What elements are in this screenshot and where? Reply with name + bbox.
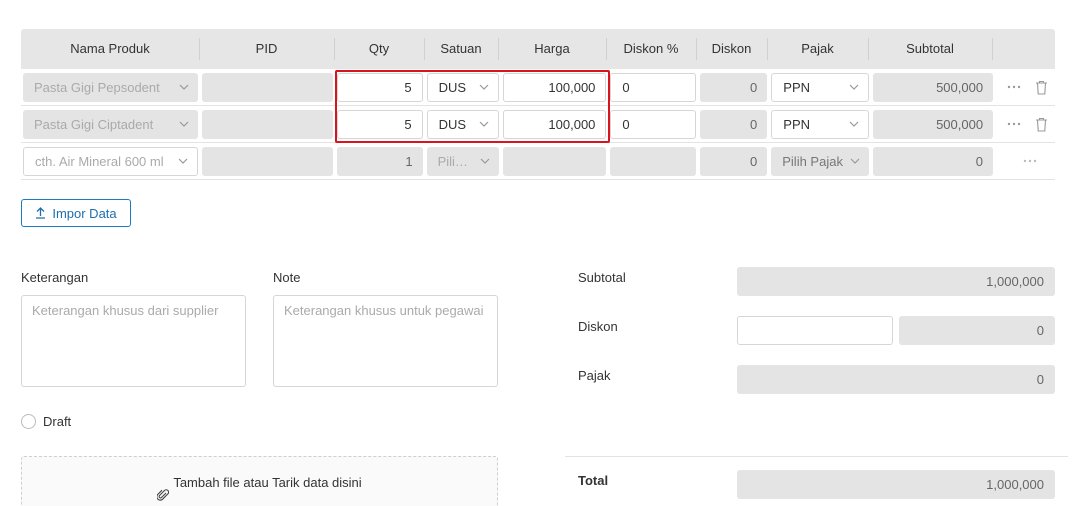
unit-select[interactable]: DUS [426,72,499,102]
subtotal-field: 500,000 [873,72,994,102]
summary-diskon-input[interactable] [737,316,893,345]
product-select[interactable]: Pasta Gigi Pepsodent [23,72,198,102]
header-pid: PID [199,29,334,69]
draft-checkbox[interactable] [21,414,36,429]
header-pajak: Pajak [767,29,868,69]
summary-total-label: Total [578,473,609,488]
pid-field [201,72,333,102]
qty-input[interactable]: 5 [336,72,423,102]
tax-select[interactable]: PPN [771,109,870,139]
product-select[interactable]: cth. Air Mineral 600 ml [23,146,198,176]
price-input[interactable]: 100,000 [502,72,607,102]
chevron-down-icon [178,118,190,130]
product-table: Nama Produk PID Qty Satuan Harga Diskon … [21,29,1055,180]
subtotal-field: 500,000 [873,109,994,139]
keterangan-label: Keterangan [21,270,89,285]
table-row: Pasta Gigi Ciptadent 5 DUS 100,000 0 0 P… [21,106,1055,143]
header-diskon: Diskon [696,29,767,69]
file-dropzone[interactable]: Tambah file atau Tarik data disini [21,456,498,506]
discount-pct-input [610,146,697,176]
upload-icon [35,207,46,219]
more-icon[interactable] [1023,159,1037,163]
trash-icon[interactable] [1035,80,1048,95]
table-row-new: cth. Air Mineral 600 ml 1 Pili… 0 Pilih … [21,143,1055,180]
draft-label: Draft [43,414,72,429]
qty-input: 1 [336,146,423,176]
note-label: Note [273,270,301,285]
header-qty: Qty [334,29,424,69]
table-row: Pasta Gigi Pepsodent 5 DUS 100,000 0 0 P… [21,69,1055,106]
keterangan-textarea[interactable]: Keterangan khusus dari supplier [21,295,246,387]
chevron-down-icon [478,118,490,130]
chevron-down-icon [848,118,860,130]
note-textarea[interactable]: Keterangan khusus untuk pegawai [273,295,498,387]
summary-subtotal-value: 1,000,000 [737,267,1055,296]
table-header: Nama Produk PID Qty Satuan Harga Diskon … [21,29,1055,69]
price-input [502,146,607,176]
trash-icon[interactable] [1035,117,1048,132]
chevron-down-icon [178,81,190,93]
discount-field: 0 [700,72,768,102]
import-data-button[interactable]: Impor Data [21,199,131,227]
product-select[interactable]: Pasta Gigi Ciptadent [23,109,198,139]
unit-select: Pili… [426,146,499,176]
header-diskon-pct: Diskon % [606,29,696,69]
subtotal-field: 0 [873,146,994,176]
tax-select[interactable]: PPN [771,72,870,102]
price-input[interactable]: 100,000 [502,109,607,139]
chevron-down-icon [479,155,491,167]
chevron-down-icon [177,155,189,167]
chevron-down-icon [849,155,861,167]
discount-field: 0 [700,109,768,139]
more-icon[interactable] [1007,85,1021,89]
chevron-down-icon [848,81,860,93]
summary-total-value: 1,000,000 [737,470,1055,499]
summary-pajak-value: 0 [737,365,1055,394]
summary-subtotal-label: Subtotal [578,270,626,285]
more-icon[interactable] [1007,122,1021,126]
header-satuan: Satuan [424,29,498,69]
header-harga: Harga [498,29,606,69]
header-subtotal: Subtotal [868,29,992,69]
discount-field: 0 [700,146,768,176]
header-actions [992,29,1055,69]
pid-field [201,109,333,139]
unit-select[interactable]: DUS [426,109,499,139]
summary-pajak-label: Pajak [578,368,611,383]
tax-select: Pilih Pajak [771,146,870,176]
summary-diskon-label: Diskon [578,319,618,334]
discount-pct-input[interactable]: 0 [610,109,697,139]
header-nama-produk: Nama Produk [70,41,150,56]
summary-diskon-value: 0 [899,316,1055,345]
summary-divider [565,456,1068,457]
pid-field [201,146,333,176]
discount-pct-input[interactable]: 0 [610,72,697,102]
qty-input[interactable]: 5 [336,109,423,139]
paperclip-icon [157,475,170,506]
chevron-down-icon [478,81,490,93]
